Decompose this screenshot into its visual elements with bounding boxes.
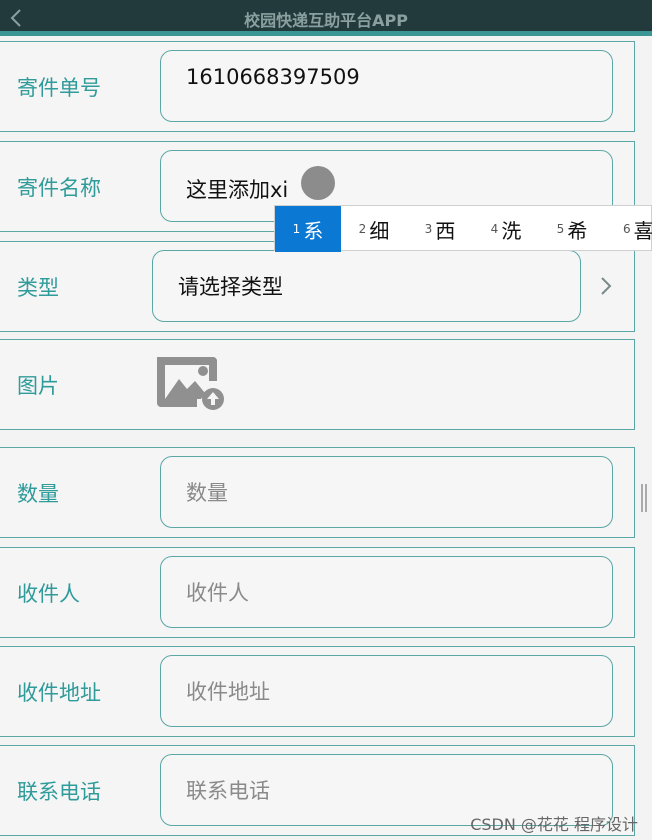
type-label: 类型 bbox=[17, 275, 59, 300]
chevron-right-icon[interactable] bbox=[598, 275, 614, 297]
app-header: 校园快递互助平台APP bbox=[0, 0, 652, 36]
ime-candidate[interactable]: 1系 bbox=[275, 206, 341, 252]
image-label: 图片 bbox=[17, 373, 59, 398]
phone-label: 联系电话 bbox=[17, 779, 101, 804]
quantity-placeholder: 数量 bbox=[186, 481, 228, 505]
page-title: 校园快递互助平台APP bbox=[244, 11, 408, 30]
quantity-input[interactable]: 数量 bbox=[160, 456, 613, 528]
address-input[interactable]: 收件地址 bbox=[160, 655, 613, 727]
quantity-label: 数量 bbox=[17, 481, 59, 506]
watermark: CSDN @花花 程序设计 bbox=[470, 815, 638, 834]
ime-candidate[interactable]: 5希 bbox=[539, 206, 605, 252]
ime-candidate[interactable]: 4洗 bbox=[473, 206, 539, 252]
type-select[interactable]: 请选择类型 bbox=[152, 250, 581, 322]
tracking-value: 1610668397509 bbox=[186, 65, 360, 89]
tracking-label: 寄件单号 bbox=[17, 75, 101, 100]
ime-candidate[interactable]: 2细 bbox=[341, 206, 407, 252]
type-select-value: 请选择类型 bbox=[178, 275, 283, 299]
image-upload-icon[interactable] bbox=[153, 353, 225, 411]
receiver-input[interactable]: 收件人 bbox=[160, 556, 613, 628]
receiver-label: 收件人 bbox=[17, 581, 80, 606]
text-cursor-handle[interactable] bbox=[301, 166, 335, 200]
address-placeholder: 收件地址 bbox=[186, 680, 270, 704]
image-row: 图片 bbox=[0, 339, 635, 430]
receiver-placeholder: 收件人 bbox=[186, 581, 249, 605]
item-name-label: 寄件名称 bbox=[17, 175, 101, 200]
tracking-input[interactable]: 1610668397509 bbox=[160, 50, 613, 122]
scrollbar-handle[interactable] bbox=[641, 484, 647, 512]
ime-candidate[interactable]: 3西 bbox=[407, 206, 473, 252]
ime-candidate-bar: 1系 2细 3西 4洗 5希 6喜 bbox=[274, 205, 652, 252]
ime-candidate[interactable]: 6喜 bbox=[605, 206, 652, 252]
phone-placeholder: 联系电话 bbox=[186, 779, 270, 803]
address-label: 收件地址 bbox=[17, 680, 101, 705]
item-name-value: 这里添加xi bbox=[186, 178, 289, 202]
